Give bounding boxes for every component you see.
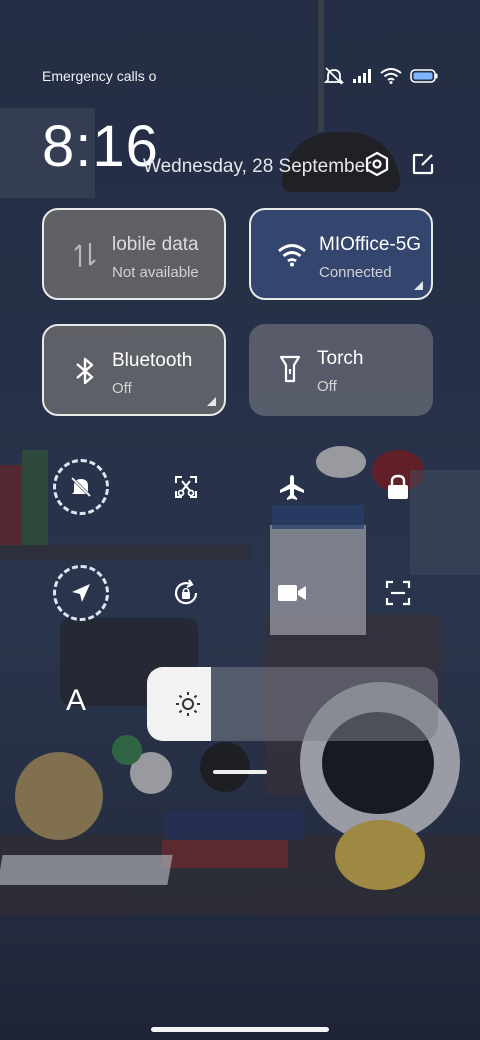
auto-rotate-toggle[interactable] [158, 565, 214, 621]
screenshot-toggle[interactable] [158, 459, 214, 515]
bluetooth-tile[interactable]: Bluetooth Off [42, 324, 226, 416]
clock-time: 8:16 [42, 114, 159, 179]
sun-icon [176, 692, 200, 716]
scanner-toggle[interactable] [370, 565, 426, 621]
lock-icon [388, 474, 408, 499]
wifi-status: Connected [319, 264, 392, 281]
dnd-muted-icon [324, 67, 344, 85]
airplane-toggle[interactable] [264, 459, 320, 515]
lock-toggle[interactable] [370, 459, 426, 515]
location-icon [72, 584, 90, 602]
scanner-icon [385, 580, 411, 606]
screen-record-icon [278, 585, 306, 601]
signal-icon [353, 69, 371, 83]
wifi-tile[interactable]: MIOffice-5G Connected [249, 208, 433, 300]
torch-label: Torch [317, 348, 364, 369]
bluetooth-icon [70, 356, 100, 386]
brightness-slider[interactable] [147, 667, 438, 741]
battery-icon [410, 69, 438, 83]
status-bar: Emergency calls o [42, 64, 438, 88]
data-arrows-icon [70, 240, 100, 270]
wifi-network-name: MIOffice-5G [319, 234, 422, 255]
bluetooth-status: Off [112, 380, 132, 397]
torch-icon [275, 354, 305, 384]
shade-drag-handle[interactable] [213, 770, 267, 774]
location-toggle[interactable] [53, 565, 109, 621]
auto-brightness-button[interactable]: A [66, 684, 86, 718]
settings-button[interactable] [363, 150, 391, 178]
edit-button[interactable] [409, 150, 437, 178]
screenshot-icon [175, 476, 197, 498]
mobile-data-tile[interactable]: lobile data Not available [42, 208, 226, 300]
wifi-icon [380, 68, 402, 84]
torch-tile[interactable]: Torch Off [249, 324, 433, 416]
bluetooth-label: Bluetooth [112, 350, 193, 371]
expand-corner-icon [207, 397, 216, 406]
wifi-tile-icon [277, 240, 307, 270]
airplane-icon [280, 475, 304, 500]
edit-icon [412, 153, 434, 175]
hexagon-settings-icon [365, 151, 389, 177]
torch-status: Off [317, 378, 337, 395]
mute-bell-icon [70, 476, 92, 498]
date-text: Wednesday, 28 September [143, 156, 372, 177]
auto-rotate-icon [174, 579, 198, 605]
mobile-data-status: Not available [112, 264, 199, 281]
gesture-nav-bar[interactable] [151, 1027, 329, 1032]
mobile-data-label: lobile data [112, 234, 199, 255]
carrier-text: Emergency calls o [42, 68, 157, 84]
expand-corner-icon [414, 281, 423, 290]
screen-record-toggle[interactable] [264, 565, 320, 621]
mute-toggle[interactable] [53, 459, 109, 515]
